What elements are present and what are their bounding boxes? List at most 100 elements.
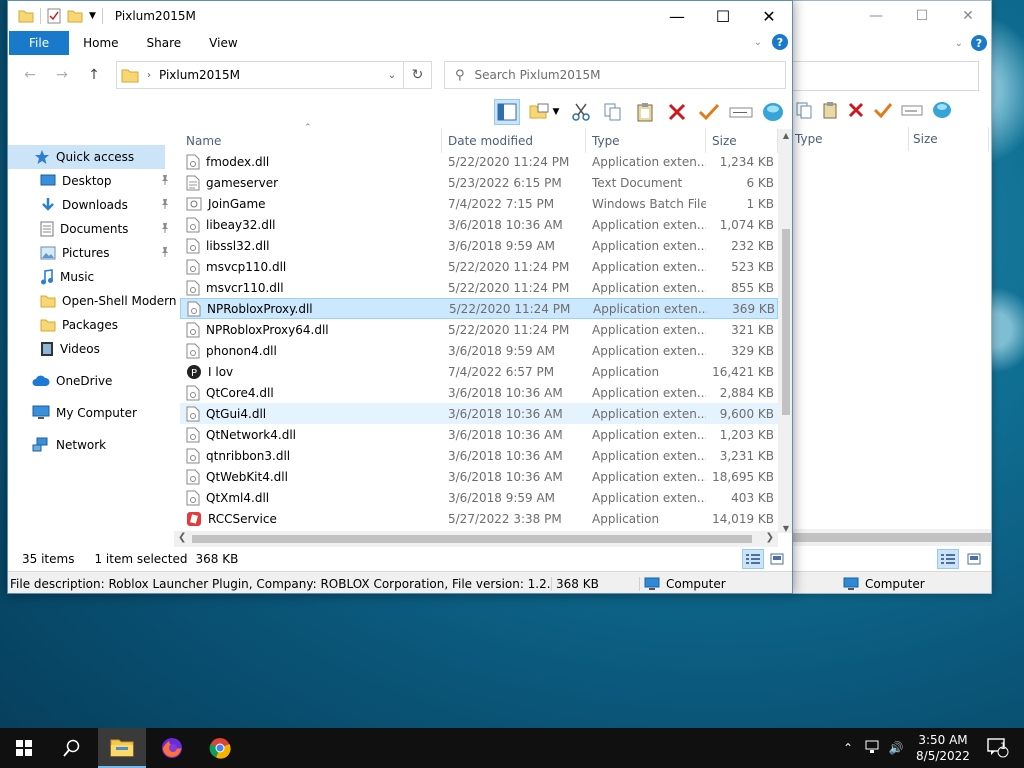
vertical-scrollbar[interactable]: ▲ ▼ xyxy=(778,129,792,533)
table-row[interactable]: QtWebKit4.dll 3/6/2018 10:36 AM Applicatio… xyxy=(180,466,778,487)
search-button[interactable] xyxy=(48,728,96,768)
pin-icon[interactable] xyxy=(160,222,170,237)
horizontal-scrollbar[interactable]: ❯ xyxy=(791,529,991,546)
delete-icon[interactable] xyxy=(847,101,865,119)
background-explorer-window[interactable]: — ☐ ✕ ⌄ ? Type Size ❯ Computer xyxy=(790,0,992,594)
rename-icon[interactable] xyxy=(728,99,754,125)
copy-icon[interactable] xyxy=(795,101,813,119)
clock[interactable]: 3:50 AM 8/5/2022 xyxy=(908,732,978,764)
table-row[interactable]: NPRobloxProxy64.dll 5/22/2020 11:24 PM App… xyxy=(180,319,778,340)
sidebar-item-videos[interactable]: Videos xyxy=(8,337,174,361)
help-icon[interactable]: ? xyxy=(772,34,788,50)
minimize-button[interactable]: — xyxy=(654,1,700,31)
pin-icon[interactable] xyxy=(160,246,170,261)
scroll-left-icon[interactable]: ❮ xyxy=(178,532,186,543)
horizontal-scrollbar[interactable]: ❮ ❯ xyxy=(174,531,778,547)
paste-icon[interactable] xyxy=(632,99,658,125)
back-button[interactable]: ← xyxy=(16,61,44,89)
table-row[interactable]: fmodex.dll 5/22/2020 11:24 PM Application … xyxy=(180,151,778,172)
refresh-button[interactable]: ↻ xyxy=(403,62,431,88)
search-box[interactable] xyxy=(791,61,979,91)
maximize-button[interactable]: ☐ xyxy=(700,1,746,31)
forward-button[interactable]: → xyxy=(48,61,76,89)
help-icon[interactable]: ? xyxy=(971,35,987,51)
sidebar-item-network[interactable]: Network xyxy=(8,433,174,457)
sidebar-item-quick-access[interactable]: Quick access xyxy=(8,145,165,169)
sidebar-item-documents[interactable]: Documents xyxy=(8,217,174,241)
scroll-thumb[interactable] xyxy=(192,535,752,543)
column-type[interactable]: Type xyxy=(791,127,909,151)
table-row[interactable]: msvcp110.dll 5/22/2020 11:24 PM Applicatio… xyxy=(180,256,778,277)
search-input[interactable]: ⚲ Search Pixlum2015M xyxy=(444,61,786,89)
start-button[interactable] xyxy=(0,728,48,768)
column-date-modified[interactable]: Date modified xyxy=(442,129,586,153)
sidebar-item-downloads[interactable]: Downloads xyxy=(8,193,174,217)
taskbar-file-explorer[interactable] xyxy=(98,728,146,768)
delete-icon[interactable] xyxy=(664,99,690,125)
ribbon-expand-icon[interactable]: ⌄ xyxy=(754,37,762,48)
sidebar-item-desktop[interactable]: Desktop xyxy=(8,169,174,193)
network-icon[interactable] xyxy=(860,740,884,757)
taskbar-firefox[interactable] xyxy=(148,728,196,768)
table-row[interactable]: P I lov 7/4/2022 6:57 PM Application 16,421 … xyxy=(180,361,778,382)
up-button[interactable]: ↑ xyxy=(80,61,108,89)
breadcrumb-separator-icon[interactable]: › xyxy=(147,70,151,81)
scroll-right-icon[interactable]: ❯ xyxy=(766,532,774,543)
scroll-thumb[interactable] xyxy=(782,229,790,415)
table-row[interactable]: QtXml4.dll 3/6/2018 9:59 AM Application ex… xyxy=(180,487,778,508)
large-icons-view-icon[interactable] xyxy=(766,549,788,569)
properties-check-icon[interactable] xyxy=(47,8,61,24)
column-size[interactable]: Size xyxy=(909,127,989,151)
sidebar-item-packages[interactable]: Packages xyxy=(8,313,174,337)
scroll-down-icon[interactable]: ▼ xyxy=(778,524,792,533)
column-type[interactable]: Type xyxy=(586,129,706,153)
cut-icon[interactable] xyxy=(568,99,594,125)
title-bar[interactable]: ▼ Pixlum2015M — ☐ ✕ xyxy=(8,1,792,31)
table-row[interactable]: QtNetwork4.dll 3/6/2018 10:36 AM Applicati… xyxy=(180,424,778,445)
notification-button[interactable]: 1 xyxy=(978,738,1024,758)
tab-share[interactable]: Share xyxy=(133,31,196,55)
sidebar-item-my-computer[interactable]: My Computer xyxy=(8,401,174,425)
breadcrumb-path[interactable]: Pixlum2015M xyxy=(159,68,240,82)
table-row[interactable]: QtGui4.dll 3/6/2018 10:36 AM Application e… xyxy=(180,403,778,424)
table-row[interactable]: msvcr110.dll 5/22/2020 11:24 PM Applicatio… xyxy=(180,277,778,298)
customize-qat-icon[interactable]: ▼ xyxy=(89,11,96,21)
minimize-icon[interactable]: — xyxy=(853,1,899,31)
address-bar[interactable]: › Pixlum2015M ⌄ ↻ xyxy=(116,61,432,89)
volume-icon[interactable]: 🔊 xyxy=(884,741,908,755)
check-icon[interactable] xyxy=(696,99,722,125)
rename-icon[interactable] xyxy=(901,101,923,119)
sidebar-item-open-shell-modern[interactable]: Open-Shell Modern xyxy=(8,289,177,313)
maximize-icon[interactable]: ☐ xyxy=(899,1,945,31)
table-row[interactable]: libssl32.dll 3/6/2018 9:59 AM Application … xyxy=(180,235,778,256)
table-row[interactable]: NPRobloxProxy.dll 5/22/2020 11:24 PM Appli… xyxy=(180,298,778,319)
sidebar-item-pictures[interactable]: Pictures xyxy=(8,241,174,265)
copy-icon[interactable] xyxy=(600,99,626,125)
navigation-pane-button[interactable] xyxy=(494,99,520,125)
table-row[interactable]: phonon4.dll 3/6/2018 9:59 AM Application e… xyxy=(180,340,778,361)
close-button[interactable]: ✕ xyxy=(746,1,792,31)
details-view-icon[interactable] xyxy=(742,549,764,569)
tab-home[interactable]: Home xyxy=(69,31,132,55)
properties-icon[interactable] xyxy=(931,100,953,120)
sidebar-item-music[interactable]: Music xyxy=(8,265,174,289)
layout-button[interactable]: ▼ xyxy=(526,99,562,125)
sidebar-item-onedrive[interactable]: OneDrive xyxy=(8,369,174,393)
file-explorer-window[interactable]: ▼ Pixlum2015M — ☐ ✕ File Home Share View… xyxy=(7,0,793,594)
tab-file[interactable]: File xyxy=(9,31,70,55)
layout-dropdown-icon[interactable]: ▼ xyxy=(553,107,560,117)
tab-view[interactable]: View xyxy=(195,31,251,55)
pin-icon[interactable] xyxy=(160,198,170,213)
table-row[interactable]: libeay32.dll 3/6/2018 10:36 AM Application… xyxy=(180,214,778,235)
details-view-icon[interactable] xyxy=(937,549,959,569)
table-row[interactable]: gameserver 5/23/2022 6:15 PM Text Document… xyxy=(180,172,778,193)
pin-icon[interactable] xyxy=(160,174,170,189)
address-dropdown-icon[interactable]: ⌄ xyxy=(381,70,403,81)
properties-icon[interactable] xyxy=(760,99,786,125)
check-icon[interactable] xyxy=(873,101,893,119)
table-row[interactable]: QtCore4.dll 3/6/2018 10:36 AM Application … xyxy=(180,382,778,403)
ribbon-expand-icon[interactable]: ⌄ xyxy=(955,38,963,49)
paste-icon[interactable] xyxy=(821,101,839,119)
close-icon[interactable]: ✕ xyxy=(945,1,991,31)
table-row[interactable]: qtnribbon3.dll 3/6/2018 10:36 AM Applicati… xyxy=(180,445,778,466)
